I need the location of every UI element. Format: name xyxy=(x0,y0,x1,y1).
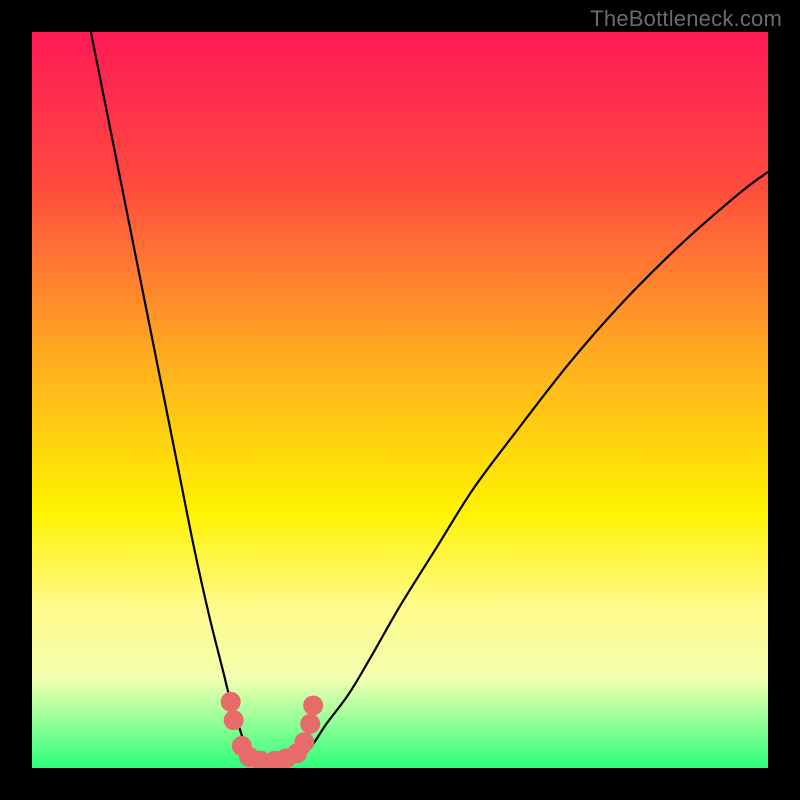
marker-dot xyxy=(303,695,323,715)
marker-dot xyxy=(300,714,320,734)
chart-svg xyxy=(32,32,768,768)
watermark-text: TheBottleneck.com xyxy=(590,6,782,32)
plot-area xyxy=(32,32,768,768)
marker-dot xyxy=(224,710,244,730)
marker-dot xyxy=(221,692,241,712)
chart-frame: TheBottleneck.com xyxy=(0,0,800,800)
gradient-background xyxy=(32,32,768,768)
marker-dot xyxy=(294,732,314,752)
